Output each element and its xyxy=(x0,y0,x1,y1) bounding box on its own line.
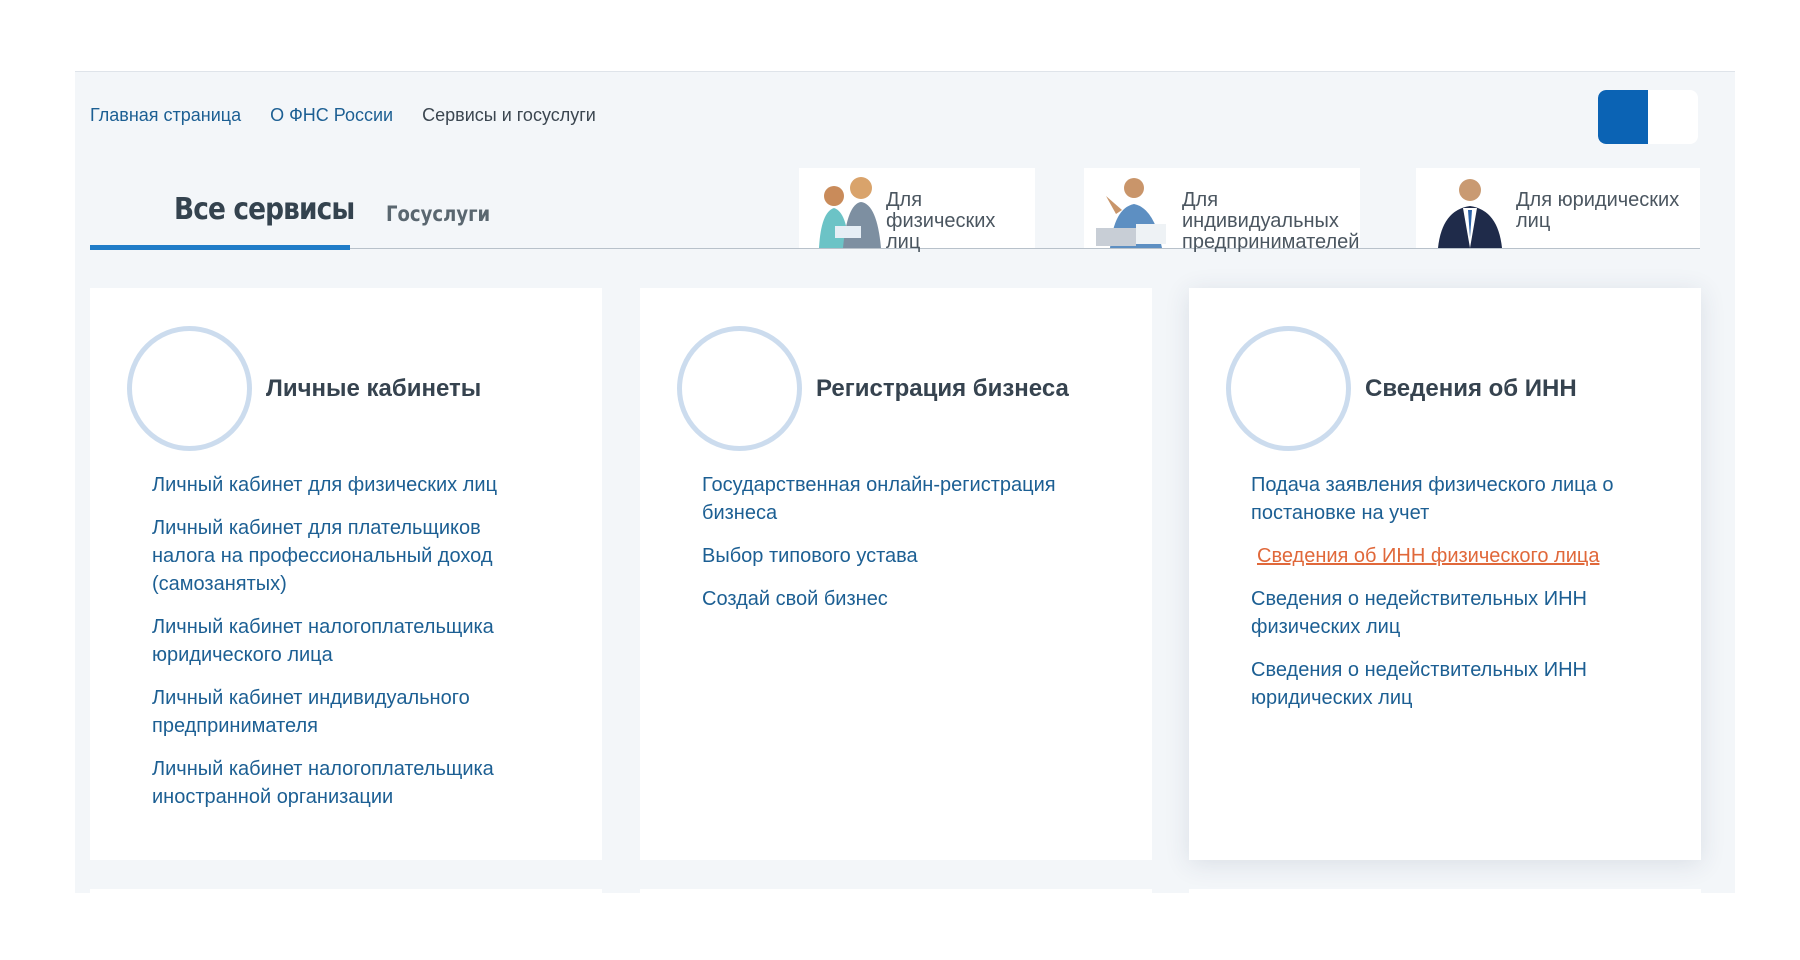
audience-entrepreneurs-label: Для индивидуальных предпринимателей xyxy=(1182,189,1360,253)
link-self-employed-account[interactable]: Личный кабинет для плательщиков налога н… xyxy=(152,514,542,598)
breadcrumb-about[interactable]: О ФНС России xyxy=(270,105,393,126)
entrepreneur-photo-icon xyxy=(1096,178,1166,248)
card-title: Регистрация бизнеса xyxy=(816,375,1069,402)
audience-legal-entities[interactable]: Для юридических лиц xyxy=(1416,168,1700,248)
tab-all-services-label: Все сервисы xyxy=(174,192,355,227)
businessman-photo-icon xyxy=(1438,179,1502,248)
tab-gosuslugi[interactable]: Госуслуги xyxy=(386,202,490,226)
audience-individuals[interactable]: Для физических лиц xyxy=(799,168,1035,253)
family-photo-icon xyxy=(819,177,881,248)
card-icon-placeholder xyxy=(677,326,802,451)
audience-legal-entities-label: Для юридических лиц xyxy=(1516,189,1680,232)
breadcrumb-current: Сервисы и госуслуги xyxy=(422,105,596,125)
card-icon-placeholder xyxy=(1226,326,1351,451)
link-entrepreneur-account[interactable]: Личный кабинет индивидуального предприни… xyxy=(152,684,542,740)
view-toggle[interactable] xyxy=(1598,90,1698,144)
breadcrumb: Главная страница О ФНС России Сервисы и … xyxy=(90,105,596,126)
card-business-registration: Регистрация бизнеса Государственная онла… xyxy=(640,288,1152,860)
audience-entrepreneurs[interactable]: Для индивидуальных предпринимателей xyxy=(1084,168,1360,253)
audience-individuals-label: Для физических лиц xyxy=(886,189,996,253)
card-inn-info: Сведения об ИНН Подача заявления физичес… xyxy=(1189,288,1701,860)
link-create-business[interactable]: Создай свой бизнес xyxy=(702,585,1092,613)
link-inn-individual[interactable]: Сведения об ИНН физического лица xyxy=(1257,542,1641,570)
link-invalid-inn-individuals[interactable]: Сведения о недействительных ИНН физическ… xyxy=(1251,585,1641,641)
card-links: Подача заявления физического лица о пост… xyxy=(1251,471,1641,727)
link-legal-entity-account[interactable]: Личный кабинет налогоплательщика юридиче… xyxy=(152,613,542,669)
tab-active-underline xyxy=(90,245,350,250)
card-title: Сведения об ИНН xyxy=(1365,375,1577,402)
card-next-row xyxy=(1189,889,1701,893)
link-invalid-inn-legal[interactable]: Сведения о недействительных ИНН юридичес… xyxy=(1251,656,1641,712)
link-registration-application[interactable]: Подача заявления физического лица о пост… xyxy=(1251,471,1641,527)
link-individual-account[interactable]: Личный кабинет для физических лиц xyxy=(152,471,542,499)
page-frame: Главная страница О ФНС России Сервисы и … xyxy=(75,71,1735,893)
card-next-row xyxy=(640,889,1152,893)
link-foreign-org-account[interactable]: Личный кабинет налогоплательщика иностра… xyxy=(152,755,542,811)
card-links: Личный кабинет для физических лиц Личный… xyxy=(152,471,542,826)
card-icon-placeholder xyxy=(127,326,252,451)
card-title: Личные кабинеты xyxy=(266,375,482,402)
link-online-registration[interactable]: Государственная онлайн-регистрация бизне… xyxy=(702,471,1092,527)
tab-all-services[interactable]: Все сервисы xyxy=(90,192,355,250)
card-links: Государственная онлайн-регистрация бизне… xyxy=(702,471,1092,628)
link-charter-choice[interactable]: Выбор типового устава xyxy=(702,542,1092,570)
card-next-row xyxy=(90,889,602,893)
card-personal-accounts: Личные кабинеты Личный кабинет для физич… xyxy=(90,288,602,860)
toggle-knob xyxy=(1598,90,1648,144)
breadcrumb-home[interactable]: Главная страница xyxy=(90,105,241,126)
